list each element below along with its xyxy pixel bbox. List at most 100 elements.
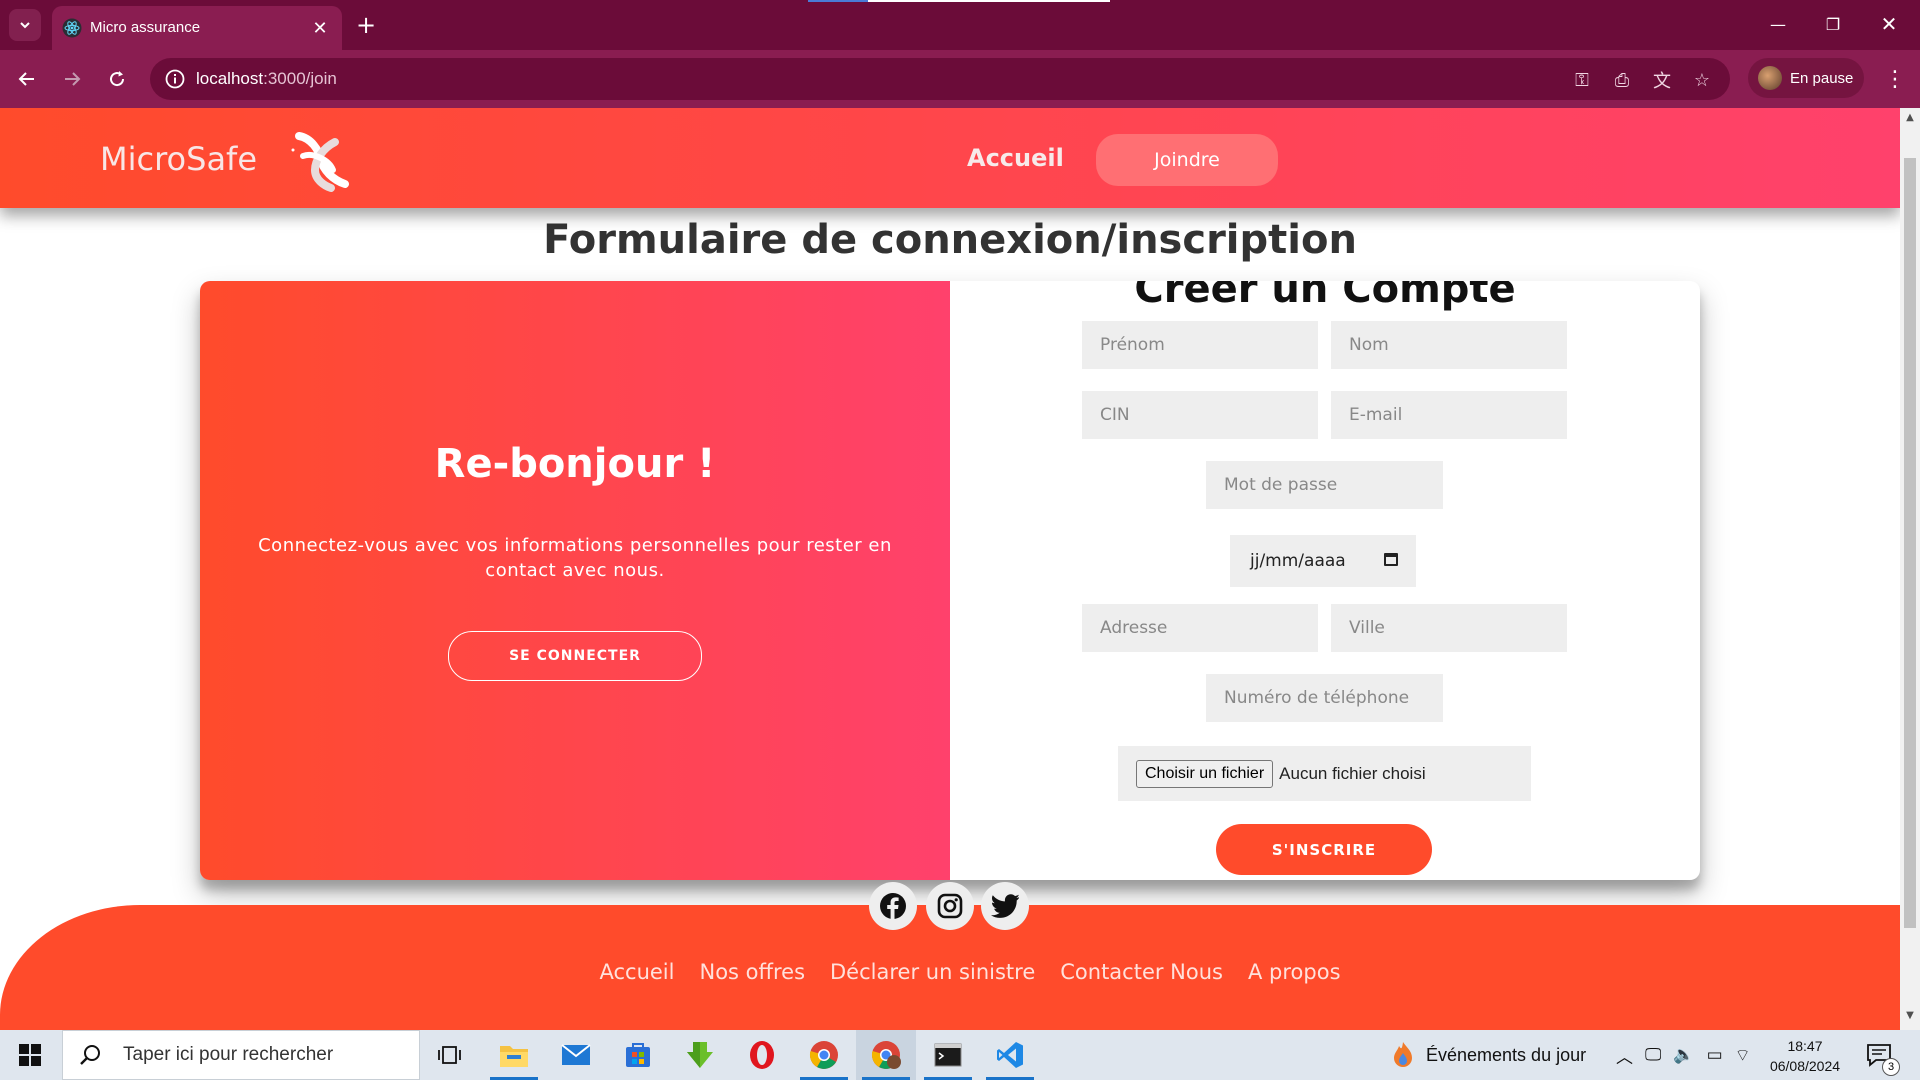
scroll-down-arrow-icon[interactable]: ▼ — [1904, 1010, 1916, 1024]
task-view-button[interactable] — [420, 1030, 480, 1080]
volume-icon[interactable]: 🔈 — [1673, 1045, 1694, 1065]
phone-field[interactable] — [1206, 674, 1443, 722]
twitter-icon — [991, 894, 1019, 918]
forward-button[interactable] — [55, 62, 89, 96]
more-menu-icon[interactable]: ⋮ — [1880, 62, 1910, 96]
password-key-icon[interactable]: ⚿ — [1570, 68, 1594, 92]
cin-field[interactable] — [1082, 391, 1318, 439]
taskbar-clock[interactable]: 18:47 06/08/2024 — [1760, 1036, 1850, 1076]
close-tab-icon[interactable]: ✕ — [308, 16, 332, 40]
back-button[interactable] — [10, 62, 44, 96]
choose-file-button[interactable]: Choisir un fichier — [1136, 759, 1274, 788]
footer-link-contact[interactable]: Contacter Nous — [1060, 960, 1223, 984]
search-icon — [80, 1045, 100, 1065]
calendar-icon[interactable] — [1384, 553, 1398, 566]
footer-link-claim[interactable]: Déclarer un sinistre — [830, 960, 1035, 984]
task-view-icon — [438, 1046, 461, 1064]
chevron-up-icon[interactable]: ︿ — [1616, 1043, 1633, 1068]
password-field[interactable] — [1206, 461, 1443, 509]
opera-app[interactable] — [732, 1030, 792, 1080]
mail-icon — [561, 1044, 591, 1065]
terminal-app[interactable] — [918, 1030, 978, 1080]
network-monitor-icon[interactable]: 🖵 — [1645, 1045, 1661, 1065]
url-text[interactable]: localhost:3000/join — [196, 69, 337, 89]
email-field[interactable] — [1331, 391, 1567, 439]
chevron-down-icon — [20, 22, 30, 29]
minimize-button[interactable]: — — [1755, 8, 1801, 40]
city-field[interactable] — [1331, 604, 1567, 652]
page-scrollbar[interactable]: ▲ ▼ — [1900, 108, 1920, 1030]
terminal-icon — [934, 1043, 962, 1067]
bookmark-star-icon[interactable]: ☆ — [1690, 68, 1714, 92]
chrome-icon — [809, 1041, 838, 1069]
birthdate-field[interactable]: jj/mm/aaaa — [1230, 535, 1416, 587]
mail-app[interactable] — [546, 1030, 606, 1080]
news-widget[interactable]: Événements du jour — [1390, 1030, 1586, 1080]
brand-name[interactable]: MicroSafe — [100, 140, 257, 178]
instagram-icon — [937, 893, 963, 919]
profile-button[interactable]: En pause — [1748, 58, 1864, 98]
welcome-overlay-panel: Re-bonjour ! Connectez-vous avec vos inf… — [200, 281, 950, 880]
notification-center-button[interactable]: 3 — [1866, 1030, 1900, 1080]
footer-link-about[interactable]: A propos — [1248, 960, 1341, 984]
chrome-app-1[interactable] — [794, 1030, 854, 1080]
file-explorer-app[interactable] — [484, 1030, 544, 1080]
restore-button[interactable]: ❐ — [1810, 8, 1856, 40]
overlay-heading: Re-bonjour ! — [434, 441, 716, 487]
start-button[interactable] — [0, 1030, 60, 1080]
avatar — [1758, 66, 1782, 90]
download-manager-app[interactable] — [670, 1030, 730, 1080]
react-icon — [62, 18, 82, 38]
close-window-button[interactable]: ✕ — [1866, 8, 1912, 40]
first-name-field[interactable] — [1082, 321, 1318, 369]
windows-taskbar: Taper ici pour rechercher Événements du … — [0, 1030, 1920, 1080]
auth-card: Créer un Compte jj/mm/aaaa Choisir un fi… — [200, 281, 1700, 880]
facebook-icon — [880, 893, 906, 919]
reload-button[interactable] — [100, 62, 134, 96]
nav-home-link[interactable]: Accueil — [967, 144, 1064, 172]
store-icon — [626, 1043, 650, 1067]
clock-time: 18:47 — [1787, 1038, 1823, 1054]
scroll-up-arrow-icon[interactable]: ▲ — [1904, 112, 1916, 126]
tab-list-button[interactable] — [9, 9, 41, 41]
chrome-app-2[interactable] — [856, 1030, 916, 1080]
store-app[interactable] — [608, 1030, 668, 1080]
new-tab-button[interactable]: + — [352, 11, 380, 39]
last-name-field[interactable] — [1331, 321, 1567, 369]
footer-link-offers[interactable]: Nos offres — [699, 960, 805, 984]
form-title: Créer un Compte — [1134, 281, 1516, 312]
wifi-icon[interactable]: ⌔ — [1735, 1045, 1751, 1066]
page-title: Formulaire de connexion/inscription — [543, 217, 1357, 263]
opera-icon — [750, 1041, 774, 1069]
address-field[interactable] — [1082, 604, 1318, 652]
search-placeholder: Taper ici pour rechercher — [123, 1044, 334, 1065]
signin-button[interactable]: SE CONNECTER — [448, 631, 702, 681]
signup-button[interactable]: S'INSCRIRE — [1216, 824, 1432, 875]
facebook-link[interactable] — [869, 882, 917, 930]
page-viewport: MicroSafe Accueil Joindre Formulaire de … — [0, 108, 1900, 1030]
chrome-profile-icon — [871, 1041, 901, 1069]
instagram-link[interactable] — [926, 882, 974, 930]
site-info-icon[interactable] — [164, 68, 186, 90]
system-tray: ︿ 🖵 🔈 ▭ ⌔ — [1616, 1030, 1751, 1080]
battery-icon[interactable]: ▭ — [1707, 1045, 1723, 1065]
download-arrow-icon — [687, 1042, 713, 1068]
loading-indicator — [808, 0, 868, 2]
clock-date: 06/08/2024 — [1769, 1058, 1841, 1074]
windows-logo-icon — [19, 1044, 41, 1066]
browser-tab-bar: Micro assurance ✕ + — ❐ ✕ — [0, 0, 1920, 50]
taskbar-search[interactable]: Taper ici pour rechercher — [62, 1030, 420, 1080]
twitter-link[interactable] — [981, 882, 1029, 930]
footer-link-home[interactable]: Accueil — [599, 960, 674, 984]
folder-icon — [500, 1046, 528, 1067]
browser-tab-active[interactable]: Micro assurance ✕ — [52, 6, 342, 50]
tab-title: Micro assurance — [90, 19, 201, 36]
install-app-icon[interactable]: ⎙ — [1610, 68, 1634, 92]
nav-join-button[interactable]: Joindre — [1096, 134, 1278, 186]
date-placeholder: jj/mm/aaaa — [1250, 551, 1346, 571]
scrollbar-thumb[interactable] — [1904, 158, 1916, 928]
translate-icon[interactable]: 文 — [1650, 68, 1674, 92]
vscode-app[interactable] — [980, 1030, 1040, 1080]
address-bar[interactable]: localhost:3000/join ⚿ ⎙ 文 ☆ — [150, 58, 1730, 100]
arrow-right-icon — [65, 72, 81, 86]
